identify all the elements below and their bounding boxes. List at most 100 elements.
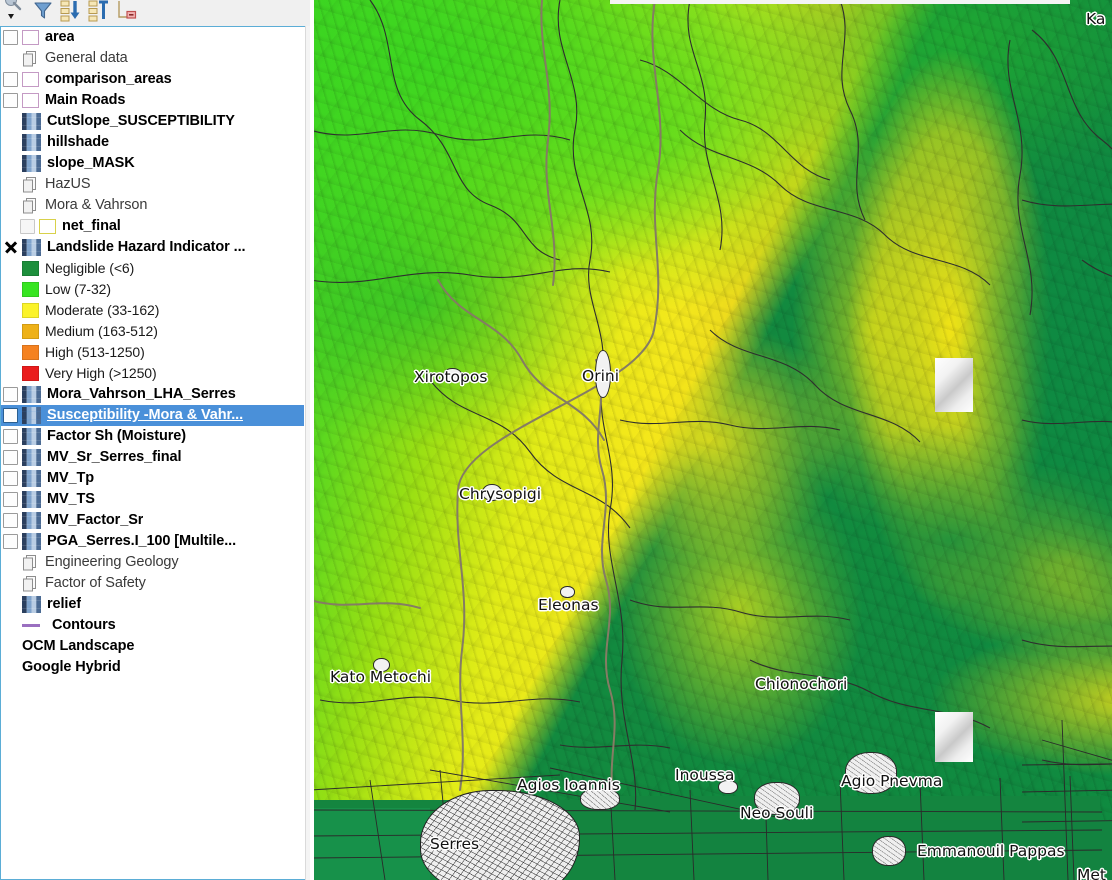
raster-layer-icon [22, 113, 41, 130]
line-symbol-icon [22, 624, 46, 627]
map-place-label: Xirotopos [414, 368, 488, 386]
polygon-symbol-icon [39, 219, 56, 234]
layer-label: Mora & Vahrson [45, 197, 148, 213]
legend-class-item[interactable]: Moderate (33-162) [1, 300, 304, 321]
layer-label: MV_Sr_Serres_final [47, 449, 182, 465]
map-place-label: Chionochori [755, 675, 848, 693]
filter-legend-dropdown-icon[interactable] [2, 0, 28, 21]
layer-group-icon [22, 176, 39, 193]
layer-group-item[interactable]: Engineering Geology [1, 552, 304, 573]
layer-tree-container[interactable]: area General data comparison_areas Main Roa… [0, 26, 305, 880]
layer-tree-item[interactable]: MV_Sr_Serres_final [1, 447, 304, 468]
layer-tree-item[interactable]: relief [1, 594, 304, 615]
legend-class-item[interactable]: Medium (163-512) [1, 321, 304, 342]
layer-label: General data [45, 50, 128, 66]
polygon-symbol-icon [22, 72, 39, 87]
layer-label: MV_Tp [47, 470, 95, 486]
layers-panel-toolbar [0, 0, 310, 26]
layer-label: Engineering Geology [45, 554, 179, 570]
layer-label: Contours [52, 617, 116, 633]
collapse-all-icon[interactable] [86, 0, 112, 22]
layer-tree-item[interactable]: Factor Sh (Moisture) [1, 426, 304, 447]
map-canvas[interactable]: Ka Xirotopos Orini Chrysopigi Eleonas Kato Me… [310, 0, 1112, 880]
legend-class-label: High (513-1250) [45, 344, 145, 360]
expand-all-icon[interactable] [58, 0, 84, 22]
layer-tree-item[interactable]: MV_Tp [1, 468, 304, 489]
legend-class-label: Negligible (<6) [45, 260, 135, 276]
map-place-label: Met [1077, 866, 1106, 880]
polygon-symbol-icon [22, 93, 39, 108]
layer-tree-item[interactable]: PGA_Serres.I_100 [Multile... [1, 531, 304, 552]
map-place-label: Serres [430, 835, 480, 853]
layer-visibility-checkbox[interactable] [3, 429, 18, 444]
layer-group-item[interactable]: Factor of Safety [1, 573, 304, 594]
layer-tree-item[interactable]: OCM Landscape [1, 636, 304, 657]
layer-label: Factor of Safety [45, 575, 146, 591]
layer-visibility-checkbox[interactable] [3, 471, 18, 486]
layer-tree-item[interactable]: Main Roads [1, 90, 304, 111]
layer-visibility-checkbox[interactable] [3, 387, 18, 402]
layer-tree-item[interactable]: area [1, 27, 304, 48]
layer-tree-item[interactable]: Landslide Hazard Indicator ... [1, 237, 304, 258]
main-roads [310, 0, 662, 829]
layer-label: area [45, 29, 75, 45]
layer-visibility-checkbox[interactable] [3, 534, 18, 549]
layer-tree-item[interactable]: MV_Factor_Sr [1, 510, 304, 531]
layer-visibility-checked-icon[interactable] [3, 240, 18, 255]
layer-label: slope_MASK [47, 155, 135, 171]
layer-tree-item[interactable]: Susceptibility -Mora & Vahr... [1, 405, 304, 426]
layer-group-item[interactable]: Mora & Vahrson [1, 195, 304, 216]
layer-visibility-checkbox[interactable] [3, 450, 18, 465]
layer-visibility-checkbox[interactable] [3, 93, 18, 108]
layer-group-item[interactable]: General data [1, 48, 304, 69]
layer-tree-item[interactable]: slope_MASK [1, 153, 304, 174]
layer-visibility-checkbox[interactable] [3, 408, 18, 423]
layer-visibility-checkbox[interactable] [3, 492, 18, 507]
settlement-emmanouil-pappas [872, 836, 906, 866]
raster-layer-icon [22, 470, 41, 487]
layers-panel: area General data comparison_areas Main Roa… [0, 0, 310, 880]
remove-layer-icon[interactable] [114, 0, 140, 21]
layer-group-icon [22, 554, 39, 571]
map-place-label: Agio Pnevma [841, 772, 943, 790]
map-place-label: Eleonas [538, 596, 599, 614]
legend-color-swatch [22, 282, 39, 297]
legend-class-item[interactable]: Low (7-32) [1, 279, 304, 300]
layer-tree[interactable]: area General data comparison_areas Main Roa… [1, 27, 304, 678]
layer-label: net_final [62, 218, 121, 234]
layer-visibility-checkbox[interactable] [20, 219, 35, 234]
legend-class-label: Very High (>1250) [45, 365, 157, 381]
layer-tree-item[interactable]: Google Hybrid [1, 657, 304, 678]
layer-label: OCM Landscape [22, 638, 135, 654]
raster-layer-icon [22, 512, 41, 529]
layer-label: Factor Sh (Moisture) [47, 428, 186, 444]
legend-class-label: Low (7-32) [45, 281, 111, 297]
layer-tree-item[interactable]: CutSlope_SUSCEPTIBILITY [1, 111, 304, 132]
map-place-label: Chrysopigi [459, 485, 542, 503]
filter-icon[interactable] [30, 0, 56, 21]
map-place-label: Orini [582, 367, 620, 385]
layer-tree-item[interactable]: MV_TS [1, 489, 304, 510]
layer-visibility-checkbox[interactable] [3, 72, 18, 87]
layer-tree-item[interactable]: Contours [1, 615, 304, 636]
legend-class-item[interactable]: Negligible (<6) [1, 258, 304, 279]
layer-tree-item[interactable]: comparison_areas [1, 69, 304, 90]
layer-label: Mora_Vahrson_LHA_Serres [47, 386, 236, 402]
layer-group-icon [22, 575, 39, 592]
layer-tree-item[interactable]: net_final [1, 216, 304, 237]
layer-visibility-checkbox[interactable] [3, 513, 18, 528]
layer-tree-item[interactable]: hillshade [1, 132, 304, 153]
legend-class-label: Medium (163-512) [45, 323, 158, 339]
layer-label: comparison_areas [45, 71, 172, 87]
map-place-label: Neo Souli [740, 804, 814, 822]
layer-tree-item[interactable]: Mora_Vahrson_LHA_Serres [1, 384, 304, 405]
legend-class-item[interactable]: Very High (>1250) [1, 363, 304, 384]
layer-group-icon [22, 197, 39, 214]
raster-layer-icon [22, 491, 41, 508]
layer-group-item[interactable]: HazUS [1, 174, 304, 195]
raster-layer-icon [22, 134, 41, 151]
map-place-label: Emmanouil Pappas [917, 842, 1065, 860]
raster-layer-icon [22, 239, 41, 256]
layer-visibility-checkbox[interactable] [3, 30, 18, 45]
legend-class-item[interactable]: High (513-1250) [1, 342, 304, 363]
